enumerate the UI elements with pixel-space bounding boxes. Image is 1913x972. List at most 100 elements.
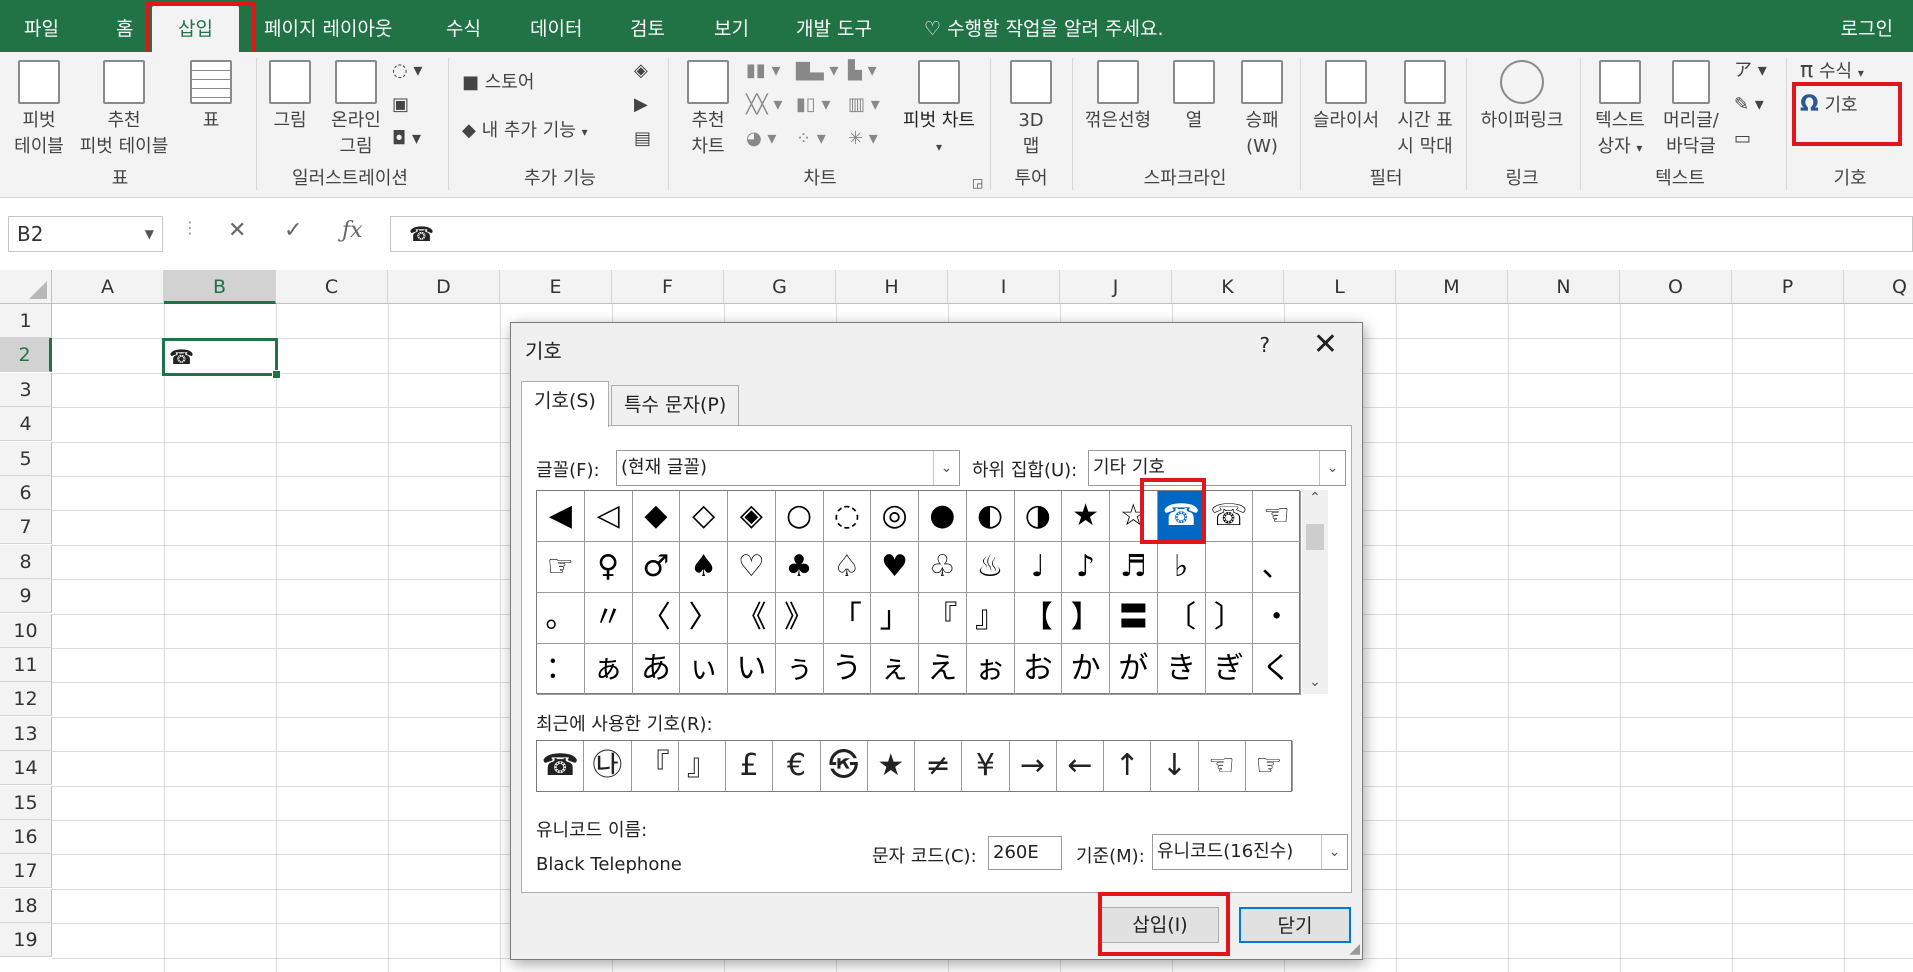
- help-icon[interactable]: ?: [1259, 333, 1270, 357]
- recent-symbol-cell[interactable]: ¥: [962, 741, 1010, 791]
- recent-symbol-cell[interactable]: ↓: [1151, 741, 1199, 791]
- column-header[interactable]: A: [52, 270, 164, 304]
- cancel-icon[interactable]: ✕: [228, 218, 246, 243]
- symbol-cell[interactable]: ぉ: [966, 644, 1015, 695]
- symbol-cell[interactable]: ●: [919, 491, 967, 542]
- column-header[interactable]: P: [1732, 270, 1844, 304]
- symbol-cell[interactable]: ♬: [1110, 542, 1158, 593]
- symbol-cell[interactable]: ☞: [537, 542, 585, 593]
- object-button[interactable]: ▭: [1734, 126, 1751, 152]
- symbol-cell[interactable]: ◐: [966, 491, 1015, 542]
- recent-symbol-cell[interactable]: ★: [868, 741, 915, 791]
- symbol-cell[interactable]: 〔: [1157, 593, 1206, 644]
- symbol-cell[interactable]: ♩: [1014, 542, 1063, 593]
- symbol-cell[interactable]: き: [1157, 644, 1206, 695]
- column-header[interactable]: O: [1620, 270, 1732, 304]
- symbol-cell[interactable]: ◑: [1014, 491, 1063, 542]
- timeline-button[interactable]: 시간 표 시 막대: [1390, 60, 1460, 160]
- symbol-cell[interactable]: ★: [1062, 491, 1110, 542]
- close-icon[interactable]: ✕: [1313, 327, 1338, 362]
- stock-chart-button[interactable]: ▥ ▾: [848, 92, 880, 118]
- sparkline-column-button[interactable]: 열: [1164, 60, 1224, 134]
- active-cell-b2[interactable]: ☎: [162, 338, 281, 379]
- symbol-cell[interactable]: ♤: [823, 542, 872, 593]
- 3d-map-button[interactable]: 3D 맵: [996, 60, 1066, 160]
- symbol-cell[interactable]: ♧: [919, 542, 967, 593]
- my-addins-button[interactable]: ◆ 내 추가 기능 ▾: [462, 118, 588, 145]
- row-header[interactable]: 17: [0, 854, 52, 889]
- symbol-cell[interactable]: ☎: [1157, 491, 1206, 542]
- symbol-cell[interactable]: あ: [632, 644, 681, 695]
- symbol-cell[interactable]: 【: [1014, 593, 1063, 644]
- symbol-cell[interactable]: か: [1062, 644, 1110, 695]
- column-header[interactable]: N: [1508, 270, 1620, 304]
- symbol-cell[interactable]: ◈: [728, 491, 776, 542]
- recent-symbol-cell[interactable]: €: [773, 741, 821, 791]
- row-header[interactable]: 18: [0, 888, 52, 923]
- tab-view[interactable]: 보기: [714, 0, 749, 52]
- tab-insert[interactable]: 삽입: [152, 6, 239, 58]
- symbol-cell[interactable]: ぅ: [775, 644, 824, 695]
- screenshot-button[interactable]: ◘ ▾: [392, 126, 421, 152]
- recent-symbol-cell[interactable]: ☎: [537, 741, 585, 791]
- symbol-cell[interactable]: ：: [537, 644, 585, 695]
- symbol-cell[interactable]: ♥: [871, 542, 919, 593]
- symbol-cell[interactable]: 〃: [584, 593, 633, 644]
- symbol-cell[interactable]: 》: [775, 593, 824, 644]
- recent-symbol-cell[interactable]: ↑: [1104, 741, 1152, 791]
- radar-chart-button[interactable]: ✳ ▾: [848, 126, 878, 152]
- sparkline-line-button[interactable]: 꺾은선형: [1080, 60, 1156, 134]
- tab-data[interactable]: 데이터: [530, 0, 582, 52]
- symbol-cell[interactable]: 」: [871, 593, 919, 644]
- symbol-cell[interactable]: ◎: [871, 491, 919, 542]
- subset-select[interactable]: 기타 기호 ⌄: [1088, 450, 1346, 486]
- row-header[interactable]: 16: [0, 820, 52, 854]
- symbol-cell[interactable]: ☆: [1110, 491, 1158, 542]
- symbol-cell[interactable]: ◇: [680, 491, 728, 542]
- symbol-cell[interactable]: ♣: [775, 542, 824, 593]
- insert-button[interactable]: 삽입(I): [1101, 907, 1219, 943]
- symbol-cell[interactable]: い: [728, 644, 776, 695]
- recent-symbol-cell[interactable]: ☞: [1246, 741, 1293, 791]
- symbol-cell[interactable]: ☏: [1205, 491, 1254, 542]
- column-header[interactable]: C: [276, 270, 388, 304]
- symbol-cell[interactable]: 〈: [632, 593, 681, 644]
- recent-symbol-cell[interactable]: 』: [679, 741, 726, 791]
- tab-review[interactable]: 검토: [630, 0, 665, 52]
- smartart-button[interactable]: ▣: [392, 92, 409, 118]
- symbol-cell[interactable]: 、: [1253, 542, 1301, 593]
- symbol-cell[interactable]: 『: [919, 593, 967, 644]
- recent-symbol-cell[interactable]: ≠: [915, 741, 963, 791]
- waterfall-chart-button[interactable]: ▙ ▾: [848, 58, 877, 84]
- recent-symbol-cell[interactable]: ㉿: [821, 741, 868, 791]
- symbol-cell[interactable]: 「: [823, 593, 872, 644]
- resize-grip-icon[interactable]: ◢: [1349, 941, 1360, 957]
- sparkline-winloss-button[interactable]: 승패 (W): [1232, 60, 1292, 160]
- symbol-cell[interactable]: 《: [728, 593, 776, 644]
- symbol-cell[interactable]: 〕: [1205, 593, 1254, 644]
- symbol-button[interactable]: Ω 기호: [1800, 92, 1858, 119]
- row-header[interactable]: 2: [0, 338, 52, 373]
- select-all-corner[interactable]: [0, 270, 52, 304]
- column-header[interactable]: J: [1060, 270, 1172, 304]
- login-link[interactable]: 로그인: [1841, 0, 1893, 58]
- symbol-cell[interactable]: ぎ: [1205, 644, 1254, 695]
- visio-icon[interactable]: ◈: [634, 58, 648, 84]
- symbol-cell[interactable]: 〓: [1110, 593, 1158, 644]
- wordart-button[interactable]: ア ▾: [1734, 58, 1767, 84]
- recent-symbol-cell[interactable]: ←: [1057, 741, 1104, 791]
- symbol-cell[interactable]: ☜: [1253, 491, 1301, 542]
- symbol-cell[interactable]: ◁: [584, 491, 633, 542]
- row-header[interactable]: 11: [0, 648, 52, 682]
- symbol-cell[interactable]: く: [1253, 644, 1301, 695]
- symbol-cell[interactable]: 。: [537, 593, 585, 644]
- scatter-chart-button[interactable]: ⁘ ▾: [796, 126, 826, 152]
- tab-special-characters[interactable]: 특수 문자(P): [611, 385, 740, 425]
- signature-line-button[interactable]: ✎ ▾: [1734, 92, 1764, 118]
- column-header[interactable]: I: [948, 270, 1060, 304]
- symbol-cell[interactable]: 』: [966, 593, 1015, 644]
- symbol-cell[interactable]: ◀: [537, 491, 585, 542]
- online-picture-button[interactable]: 온라인 그림: [324, 60, 388, 160]
- recent-symbol-cell[interactable]: ㉯: [584, 741, 632, 791]
- scroll-up-icon[interactable]: ⌃: [1302, 490, 1328, 510]
